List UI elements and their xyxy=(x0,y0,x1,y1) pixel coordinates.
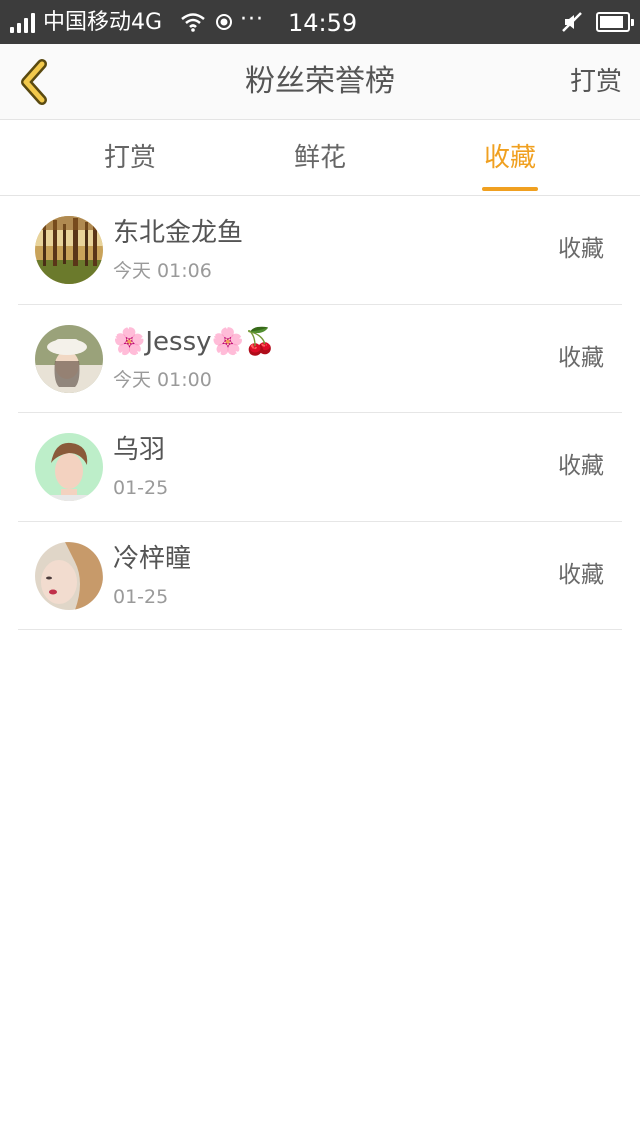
list-item[interactable]: 东北金龙鱼 今天 01:06 收藏 xyxy=(18,196,622,305)
list-item[interactable]: 冷梓瞳 01-25 收藏 xyxy=(18,522,622,630)
fan-name: 冷梓瞳 xyxy=(113,543,192,574)
tab-label: 鲜花 xyxy=(293,143,346,173)
signal-icon xyxy=(10,13,38,33)
tab-flowers[interactable]: 鲜花 xyxy=(250,121,390,196)
nav-bar: 粉丝荣誉榜 打赏 xyxy=(0,44,640,120)
battery-level xyxy=(600,16,624,28)
location-icon xyxy=(214,12,234,36)
active-tab-indicator xyxy=(482,187,538,191)
fan-name: 东北金龙鱼 xyxy=(113,218,244,248)
girl-hat-avatar[interactable] xyxy=(35,324,103,393)
fan-time: 01-25 xyxy=(113,585,169,608)
battery-icon xyxy=(596,12,634,32)
list-item[interactable]: 乌羽 01-25 收藏 xyxy=(18,413,622,522)
more-dots: ··· xyxy=(240,7,264,32)
wifi-icon xyxy=(180,12,206,36)
mute-icon xyxy=(560,10,584,38)
fan-type-label: 收藏 xyxy=(558,561,604,588)
fan-type-label: 收藏 xyxy=(558,344,604,371)
tab-bar: 打赏 鲜花 收藏 xyxy=(0,121,640,196)
list-item[interactable]: 🌸Jessy🌸🍒 今天 01:00 收藏 xyxy=(18,305,622,413)
fan-type-label: 收藏 xyxy=(558,236,604,262)
fan-type-label: 收藏 xyxy=(558,453,604,479)
boy-portrait-avatar[interactable] xyxy=(35,433,103,501)
tab-favorites[interactable]: 收藏 xyxy=(440,121,580,196)
girl-portrait-avatar[interactable] xyxy=(35,541,103,610)
clock: 14:59 xyxy=(288,9,358,37)
page-title: 粉丝荣誉榜 xyxy=(245,64,395,99)
fan-name: 🌸Jessy🌸🍒 xyxy=(113,326,277,357)
tab-reward[interactable]: 打赏 xyxy=(60,121,200,196)
reward-action-button[interactable]: 打赏 xyxy=(570,64,622,100)
fan-time: 01-25 xyxy=(113,477,169,499)
tab-label: 收藏 xyxy=(483,143,536,173)
tab-label: 打赏 xyxy=(103,143,156,173)
fan-list: 东北金龙鱼 今天 01:06 收藏 🌸Jessy🌸🍒 今天 01:00 收藏 乌… xyxy=(18,196,622,630)
status-bar: 中国移动4G ··· 14:59 xyxy=(0,0,640,44)
fan-time: 今天 01:00 xyxy=(113,368,212,391)
carrier-label: 中国移动4G xyxy=(43,10,163,35)
fan-time: 今天 01:06 xyxy=(113,260,212,282)
fan-name: 乌羽 xyxy=(113,435,166,465)
forest-avatar[interactable] xyxy=(35,216,103,284)
